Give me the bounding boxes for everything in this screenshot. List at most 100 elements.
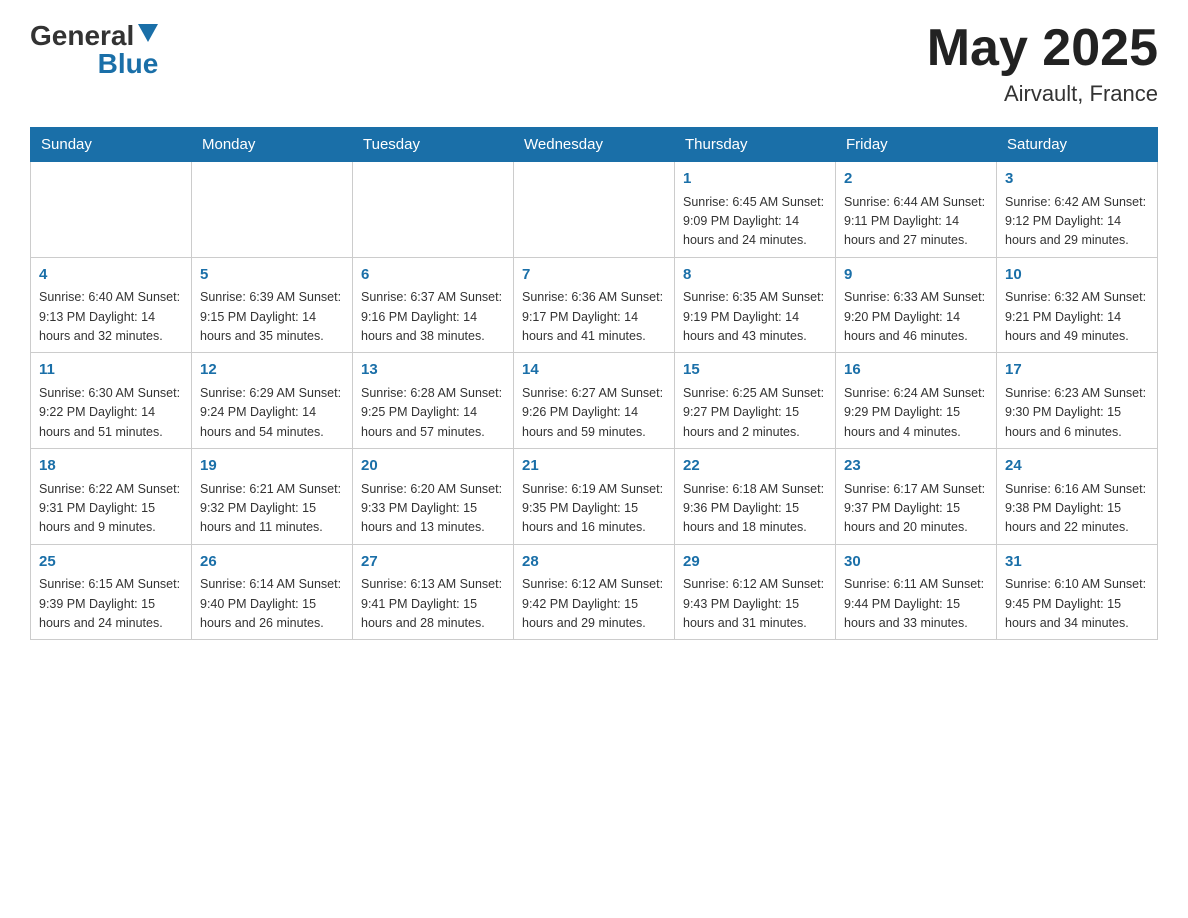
calendar-cell: 21Sunrise: 6:19 AM Sunset: 9:35 PM Dayli… bbox=[514, 449, 675, 545]
weekday-header-saturday: Saturday bbox=[997, 128, 1158, 162]
calendar-cell: 19Sunrise: 6:21 AM Sunset: 9:32 PM Dayli… bbox=[192, 449, 353, 545]
day-info: Sunrise: 6:23 AM Sunset: 9:30 PM Dayligh… bbox=[1005, 384, 1149, 442]
calendar-cell: 20Sunrise: 6:20 AM Sunset: 9:33 PM Dayli… bbox=[353, 449, 514, 545]
calendar-cell: 10Sunrise: 6:32 AM Sunset: 9:21 PM Dayli… bbox=[997, 257, 1158, 353]
weekday-header-thursday: Thursday bbox=[675, 128, 836, 162]
day-info: Sunrise: 6:19 AM Sunset: 9:35 PM Dayligh… bbox=[522, 480, 666, 538]
day-info: Sunrise: 6:12 AM Sunset: 9:43 PM Dayligh… bbox=[683, 575, 827, 633]
calendar-cell: 16Sunrise: 6:24 AM Sunset: 9:29 PM Dayli… bbox=[836, 353, 997, 449]
day-number: 31 bbox=[1005, 551, 1149, 574]
day-info: Sunrise: 6:18 AM Sunset: 9:36 PM Dayligh… bbox=[683, 480, 827, 538]
calendar-cell: 4Sunrise: 6:40 AM Sunset: 9:13 PM Daylig… bbox=[31, 257, 192, 353]
day-info: Sunrise: 6:25 AM Sunset: 9:27 PM Dayligh… bbox=[683, 384, 827, 442]
calendar-table: SundayMondayTuesdayWednesdayThursdayFrid… bbox=[30, 127, 1158, 640]
day-info: Sunrise: 6:20 AM Sunset: 9:33 PM Dayligh… bbox=[361, 480, 505, 538]
day-number: 3 bbox=[1005, 168, 1149, 191]
day-number: 25 bbox=[39, 551, 183, 574]
calendar-cell: 27Sunrise: 6:13 AM Sunset: 9:41 PM Dayli… bbox=[353, 544, 514, 640]
day-number: 6 bbox=[361, 264, 505, 287]
calendar-cell bbox=[192, 162, 353, 258]
day-number: 2 bbox=[844, 168, 988, 191]
calendar-cell: 7Sunrise: 6:36 AM Sunset: 9:17 PM Daylig… bbox=[514, 257, 675, 353]
day-number: 27 bbox=[361, 551, 505, 574]
location-title: Airvault, France bbox=[927, 81, 1158, 107]
calendar-cell: 1Sunrise: 6:45 AM Sunset: 9:09 PM Daylig… bbox=[675, 162, 836, 258]
calendar-cell bbox=[353, 162, 514, 258]
week-row-3: 11Sunrise: 6:30 AM Sunset: 9:22 PM Dayli… bbox=[31, 353, 1158, 449]
day-number: 30 bbox=[844, 551, 988, 574]
weekday-header-friday: Friday bbox=[836, 128, 997, 162]
day-number: 28 bbox=[522, 551, 666, 574]
day-info: Sunrise: 6:27 AM Sunset: 9:26 PM Dayligh… bbox=[522, 384, 666, 442]
calendar-cell: 23Sunrise: 6:17 AM Sunset: 9:37 PM Dayli… bbox=[836, 449, 997, 545]
day-number: 14 bbox=[522, 359, 666, 382]
calendar-cell: 5Sunrise: 6:39 AM Sunset: 9:15 PM Daylig… bbox=[192, 257, 353, 353]
day-info: Sunrise: 6:39 AM Sunset: 9:15 PM Dayligh… bbox=[200, 288, 344, 346]
day-number: 11 bbox=[39, 359, 183, 382]
day-info: Sunrise: 6:29 AM Sunset: 9:24 PM Dayligh… bbox=[200, 384, 344, 442]
day-info: Sunrise: 6:36 AM Sunset: 9:17 PM Dayligh… bbox=[522, 288, 666, 346]
day-info: Sunrise: 6:12 AM Sunset: 9:42 PM Dayligh… bbox=[522, 575, 666, 633]
week-row-4: 18Sunrise: 6:22 AM Sunset: 9:31 PM Dayli… bbox=[31, 449, 1158, 545]
day-info: Sunrise: 6:35 AM Sunset: 9:19 PM Dayligh… bbox=[683, 288, 827, 346]
weekday-header-monday: Monday bbox=[192, 128, 353, 162]
day-info: Sunrise: 6:37 AM Sunset: 9:16 PM Dayligh… bbox=[361, 288, 505, 346]
calendar-cell: 9Sunrise: 6:33 AM Sunset: 9:20 PM Daylig… bbox=[836, 257, 997, 353]
day-number: 26 bbox=[200, 551, 344, 574]
month-title: May 2025 bbox=[927, 20, 1158, 77]
day-info: Sunrise: 6:42 AM Sunset: 9:12 PM Dayligh… bbox=[1005, 193, 1149, 251]
day-number: 13 bbox=[361, 359, 505, 382]
day-number: 22 bbox=[683, 455, 827, 478]
day-info: Sunrise: 6:15 AM Sunset: 9:39 PM Dayligh… bbox=[39, 575, 183, 633]
calendar-cell: 6Sunrise: 6:37 AM Sunset: 9:16 PM Daylig… bbox=[353, 257, 514, 353]
day-info: Sunrise: 6:10 AM Sunset: 9:45 PM Dayligh… bbox=[1005, 575, 1149, 633]
day-info: Sunrise: 6:32 AM Sunset: 9:21 PM Dayligh… bbox=[1005, 288, 1149, 346]
day-info: Sunrise: 6:44 AM Sunset: 9:11 PM Dayligh… bbox=[844, 193, 988, 251]
title-block: May 2025 Airvault, France bbox=[927, 20, 1158, 107]
calendar-cell: 25Sunrise: 6:15 AM Sunset: 9:39 PM Dayli… bbox=[31, 544, 192, 640]
day-number: 17 bbox=[1005, 359, 1149, 382]
page-header: General Blue May 2025 Airvault, France bbox=[30, 20, 1158, 107]
day-number: 29 bbox=[683, 551, 827, 574]
calendar-cell: 26Sunrise: 6:14 AM Sunset: 9:40 PM Dayli… bbox=[192, 544, 353, 640]
calendar-cell: 11Sunrise: 6:30 AM Sunset: 9:22 PM Dayli… bbox=[31, 353, 192, 449]
day-number: 21 bbox=[522, 455, 666, 478]
weekday-header-wednesday: Wednesday bbox=[514, 128, 675, 162]
calendar-cell: 29Sunrise: 6:12 AM Sunset: 9:43 PM Dayli… bbox=[675, 544, 836, 640]
day-number: 16 bbox=[844, 359, 988, 382]
calendar-cell bbox=[31, 162, 192, 258]
calendar-cell: 3Sunrise: 6:42 AM Sunset: 9:12 PM Daylig… bbox=[997, 162, 1158, 258]
calendar-cell: 2Sunrise: 6:44 AM Sunset: 9:11 PM Daylig… bbox=[836, 162, 997, 258]
day-info: Sunrise: 6:24 AM Sunset: 9:29 PM Dayligh… bbox=[844, 384, 988, 442]
day-number: 23 bbox=[844, 455, 988, 478]
day-info: Sunrise: 6:28 AM Sunset: 9:25 PM Dayligh… bbox=[361, 384, 505, 442]
calendar-cell: 30Sunrise: 6:11 AM Sunset: 9:44 PM Dayli… bbox=[836, 544, 997, 640]
day-number: 1 bbox=[683, 168, 827, 191]
day-info: Sunrise: 6:17 AM Sunset: 9:37 PM Dayligh… bbox=[844, 480, 988, 538]
day-number: 4 bbox=[39, 264, 183, 287]
calendar-cell: 8Sunrise: 6:35 AM Sunset: 9:19 PM Daylig… bbox=[675, 257, 836, 353]
calendar-cell: 18Sunrise: 6:22 AM Sunset: 9:31 PM Dayli… bbox=[31, 449, 192, 545]
calendar-cell: 12Sunrise: 6:29 AM Sunset: 9:24 PM Dayli… bbox=[192, 353, 353, 449]
day-number: 19 bbox=[200, 455, 344, 478]
day-number: 10 bbox=[1005, 264, 1149, 287]
day-info: Sunrise: 6:21 AM Sunset: 9:32 PM Dayligh… bbox=[200, 480, 344, 538]
day-info: Sunrise: 6:45 AM Sunset: 9:09 PM Dayligh… bbox=[683, 193, 827, 251]
day-number: 24 bbox=[1005, 455, 1149, 478]
calendar-cell: 14Sunrise: 6:27 AM Sunset: 9:26 PM Dayli… bbox=[514, 353, 675, 449]
day-number: 9 bbox=[844, 264, 988, 287]
week-row-2: 4Sunrise: 6:40 AM Sunset: 9:13 PM Daylig… bbox=[31, 257, 1158, 353]
week-row-1: 1Sunrise: 6:45 AM Sunset: 9:09 PM Daylig… bbox=[31, 162, 1158, 258]
calendar-cell bbox=[514, 162, 675, 258]
day-number: 12 bbox=[200, 359, 344, 382]
day-info: Sunrise: 6:40 AM Sunset: 9:13 PM Dayligh… bbox=[39, 288, 183, 346]
weekday-header-sunday: Sunday bbox=[31, 128, 192, 162]
logo-blue-text: Blue bbox=[98, 48, 159, 79]
calendar-cell: 24Sunrise: 6:16 AM Sunset: 9:38 PM Dayli… bbox=[997, 449, 1158, 545]
day-number: 15 bbox=[683, 359, 827, 382]
day-info: Sunrise: 6:33 AM Sunset: 9:20 PM Dayligh… bbox=[844, 288, 988, 346]
weekday-header-tuesday: Tuesday bbox=[353, 128, 514, 162]
day-info: Sunrise: 6:14 AM Sunset: 9:40 PM Dayligh… bbox=[200, 575, 344, 633]
day-info: Sunrise: 6:13 AM Sunset: 9:41 PM Dayligh… bbox=[361, 575, 505, 633]
calendar-cell: 13Sunrise: 6:28 AM Sunset: 9:25 PM Dayli… bbox=[353, 353, 514, 449]
